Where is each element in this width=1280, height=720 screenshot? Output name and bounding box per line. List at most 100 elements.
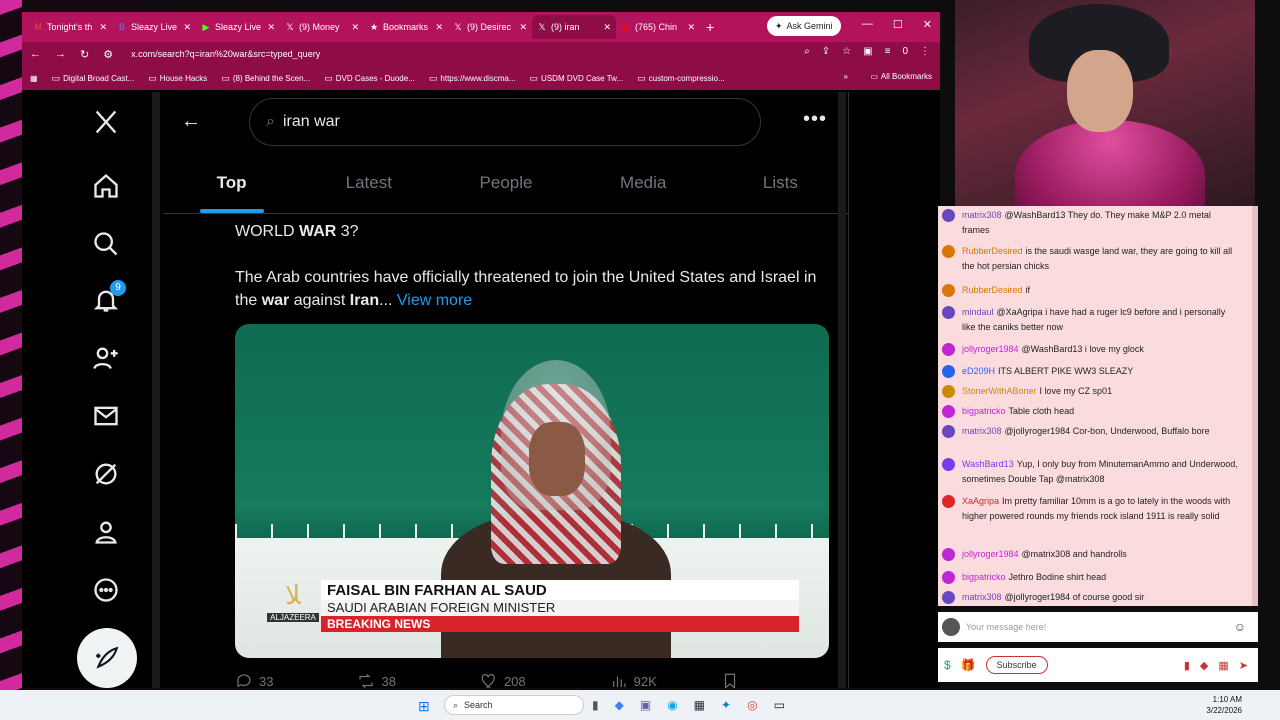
tab-close-icon[interactable]: ✕ — [603, 22, 611, 33]
profile-avatar[interactable]: 0 — [902, 46, 908, 57]
forward-icon[interactable]: → — [55, 48, 66, 60]
windows-start-icon[interactable]: ⊞ — [418, 698, 430, 715]
tab-close-icon[interactable]: ✕ — [99, 22, 107, 33]
teams-icon[interactable]: ▣ — [640, 698, 651, 712]
photos-icon[interactable]: ✦ — [721, 698, 731, 712]
tab-close-icon[interactable]: ✕ — [267, 22, 275, 33]
chat-username[interactable]: WashBard13 — [962, 459, 1014, 469]
chat-message-input[interactable]: Your message here! — [966, 622, 1234, 632]
chat-username[interactable]: jollyroger1984 — [962, 344, 1019, 354]
more-circle-icon[interactable] — [76, 568, 136, 612]
nav-scrollbar[interactable] — [152, 92, 160, 688]
all-bookmarks[interactable]: ▭ All Bookmarks — [870, 72, 932, 81]
more-options-icon[interactable]: ••• — [803, 108, 827, 131]
browser-tab[interactable]: M Tonight's th ✕ — [28, 15, 112, 39]
menu-icon[interactable]: ⋮ — [920, 46, 930, 57]
sidebar-icon[interactable]: ▣ — [863, 46, 872, 57]
taskbar-clock[interactable]: 1:10 AM 3/22/2026 — [1206, 694, 1242, 716]
notifications-bell-icon[interactable]: 9 — [76, 278, 136, 322]
repost-button[interactable]: 38 — [357, 672, 396, 688]
extensions-icon[interactable]: ≡ — [885, 46, 891, 57]
apps-icon[interactable]: ▦ — [30, 74, 38, 83]
like-button[interactable]: 208 — [480, 672, 526, 688]
browser-tab[interactable]: 𝕏 (9) Money ✕ — [280, 15, 364, 39]
bookmark-button[interactable] — [721, 672, 739, 688]
tab-close-icon[interactable]: ✕ — [687, 22, 695, 33]
views-button[interactable]: 92K — [610, 672, 657, 688]
maximize-icon[interactable]: ☐ — [893, 18, 903, 31]
tab-top[interactable]: Top — [163, 152, 300, 213]
reload-icon[interactable]: ↻ — [80, 48, 89, 61]
back-arrow-icon[interactable]: ← — [181, 110, 205, 134]
tab-close-icon[interactable]: ✕ — [351, 22, 359, 33]
page-scrollbar[interactable] — [838, 92, 846, 688]
chat-username[interactable]: bigpatricko — [962, 572, 1006, 582]
tab-close-icon[interactable]: ✕ — [435, 22, 443, 33]
more-bookmarks-icon[interactable]: » — [844, 72, 848, 81]
emoji-icon[interactable]: ☺ — [1234, 620, 1246, 634]
bookmark-star-icon[interactable]: ☆ — [842, 46, 851, 57]
currency-icon[interactable]: $ — [944, 658, 951, 672]
chat-username[interactable]: RubberDesired — [962, 246, 1023, 256]
bookmark-item[interactable]: ▭ DVD Cases - Duode... — [324, 73, 415, 84]
x-logo-icon[interactable] — [76, 100, 136, 144]
bookmark-item[interactable]: ▭ House Hacks — [148, 73, 207, 84]
tab-close-icon[interactable]: ✕ — [519, 22, 527, 33]
chat-username[interactable]: bigpatricko — [962, 406, 1006, 416]
profile-person-icon[interactable] — [76, 510, 136, 554]
site-info-icon[interactable]: ⚙ — [103, 48, 113, 61]
browser-tab[interactable]: 𝕏 (9) iran ✕ — [532, 15, 616, 39]
tweet-video[interactable]: ﻼ ALJAZEERA FAISAL BIN FARHAN AL SAUD SAU… — [235, 324, 829, 658]
explore-search-icon[interactable] — [76, 222, 136, 266]
close-icon[interactable]: ✕ — [923, 18, 932, 31]
chat-username[interactable]: jollyroger1984 — [962, 549, 1019, 559]
home-icon[interactable] — [76, 164, 136, 208]
bookmark-item[interactable]: ▭ Digital Broad Cast... — [52, 73, 135, 84]
url-field[interactable]: x.com/search?q=iran%20war&src=typed_quer… — [131, 49, 320, 59]
bookmark-item[interactable]: ▭ https://www.discma... — [429, 73, 516, 84]
minimize-icon[interactable]: — — [862, 18, 873, 31]
browser-tab[interactable]: B Sleazy Live ✕ — [112, 15, 196, 39]
subscribe-button[interactable]: Subscribe — [985, 656, 1048, 674]
bookmark-item[interactable]: ▭ (8) Behind the Scen... — [221, 73, 310, 84]
tab-people[interactable]: People — [437, 152, 574, 213]
edge-icon[interactable]: ◉ — [667, 698, 677, 712]
search-input[interactable]: ⌕ iran war — [249, 98, 761, 146]
badge-icon[interactable]: ◆ — [1200, 659, 1208, 672]
tab-lists[interactable]: Lists — [712, 152, 849, 213]
file-explorer-icon[interactable]: ▮ — [592, 698, 599, 712]
back-icon[interactable]: ← — [30, 48, 41, 60]
browser-tab[interactable]: ★ Bookmarks ✕ — [364, 15, 448, 39]
follow-add-person-icon[interactable] — [76, 336, 136, 380]
chat-username[interactable]: matrix308 — [962, 426, 1002, 436]
send-icon[interactable]: ➤ — [1239, 659, 1248, 672]
new-tab-button[interactable]: + — [706, 19, 714, 35]
chat-scrollbar[interactable] — [1252, 206, 1258, 606]
reply-button[interactable]: 33 — [235, 672, 273, 688]
discord-icon[interactable]: ▭ — [774, 698, 785, 712]
ask-gemini-button[interactable]: ✦ Ask Gemini — [767, 16, 841, 36]
zoom-icon[interactable]: ⌕ — [804, 46, 810, 57]
install-icon[interactable]: ⇪ — [822, 46, 830, 57]
grid-icon[interactable]: ▦ — [1218, 659, 1228, 672]
tab-close-icon[interactable]: ✕ — [183, 22, 191, 33]
compose-post-button[interactable] — [77, 628, 137, 688]
browser-tab[interactable]: 𝕏 (9) Desirec ✕ — [448, 15, 532, 39]
chrome-icon[interactable]: ◎ — [747, 698, 757, 712]
grok-icon[interactable] — [76, 452, 136, 496]
chat-username[interactable]: matrix308 — [962, 210, 1002, 220]
tab-media[interactable]: Media — [575, 152, 712, 213]
store-icon[interactable]: ▦ — [694, 698, 705, 712]
chat-username[interactable]: StonerWithABoner — [962, 386, 1037, 396]
copilot-icon[interactable]: ◆ — [615, 698, 624, 712]
chat-username[interactable]: XaAgripa — [962, 496, 999, 506]
bookmark-item[interactable]: ▭ custom-compressio... — [637, 73, 725, 84]
chat-username[interactable]: mindaul — [962, 307, 994, 317]
browser-tab[interactable]: ▶ (765) Chin ✕ — [616, 15, 700, 39]
view-more-link[interactable]: View more — [397, 292, 472, 309]
chat-username[interactable]: eD209H — [962, 366, 995, 376]
chat-username[interactable]: matrix308 — [962, 592, 1002, 602]
taskbar-search[interactable]: ⌕ Search — [444, 695, 584, 715]
emote-icon[interactable]: ▮ — [1184, 659, 1190, 672]
bookmark-item[interactable]: ▭ USDM DVD Case Tw... — [530, 73, 624, 84]
